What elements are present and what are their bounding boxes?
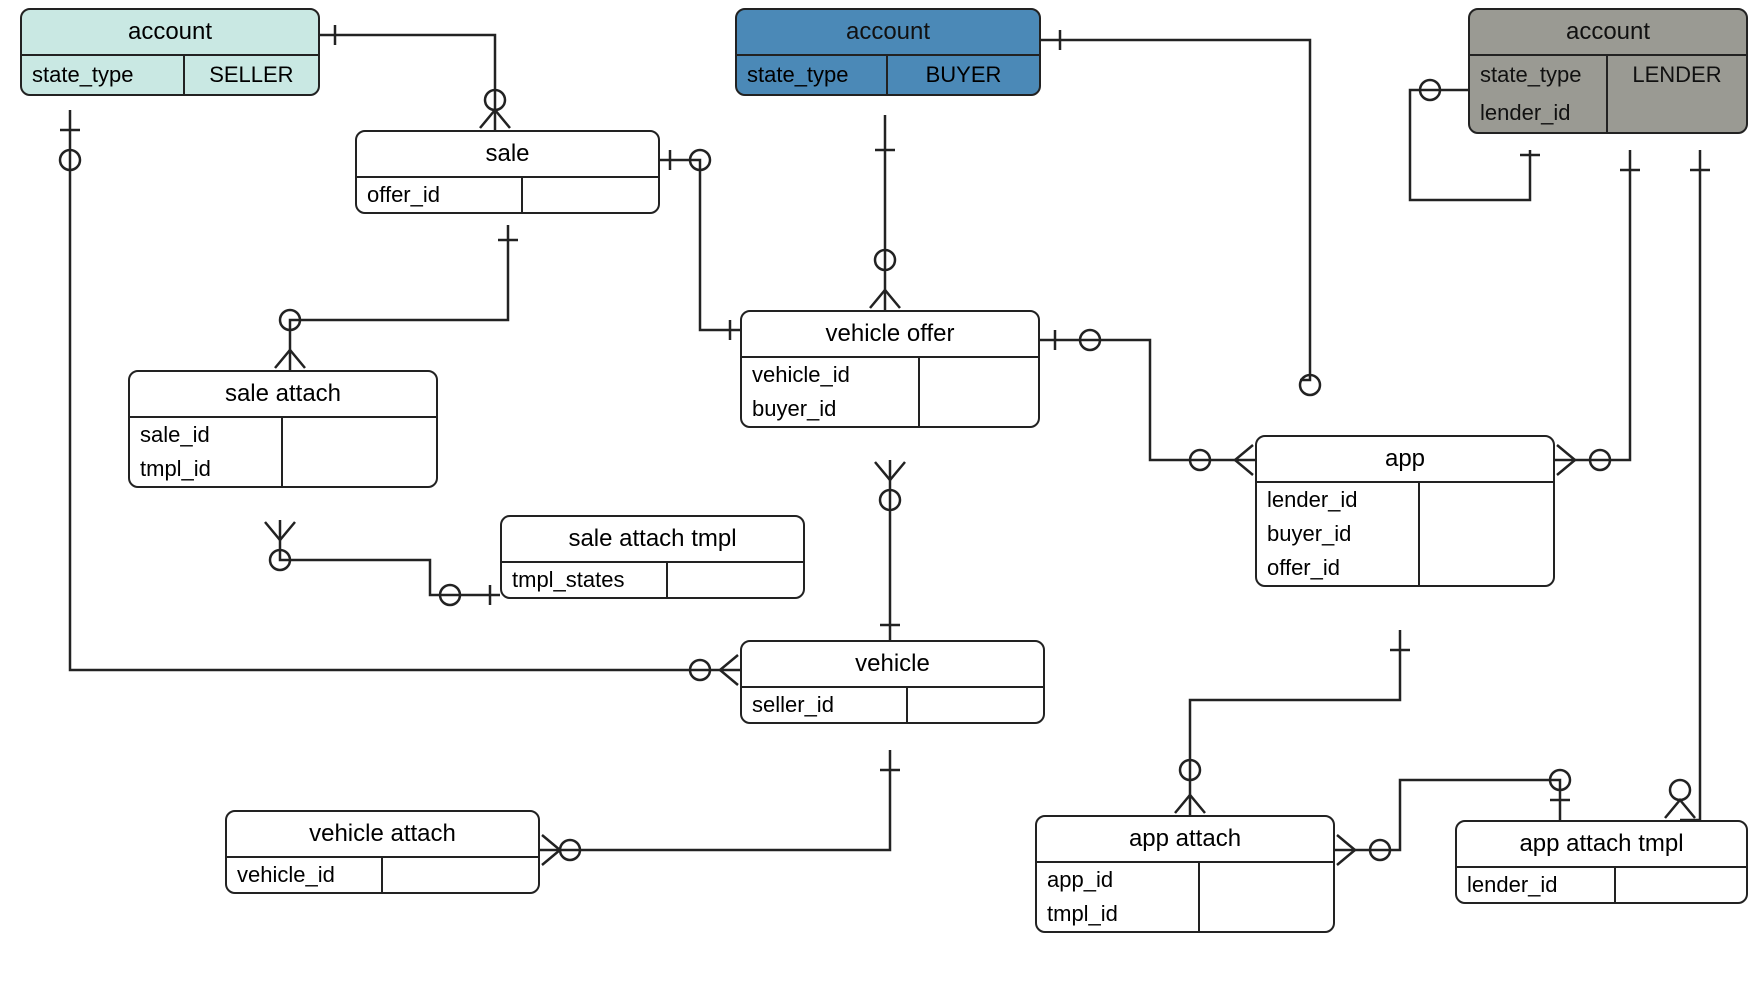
entity-title: sale attach tmpl [502, 517, 803, 563]
attr-state-type: state_type [1470, 56, 1608, 94]
attr-state-type: state_type [22, 56, 185, 94]
attr-tmpl-states: tmpl_states [502, 563, 666, 597]
entity-app: app lender_id buyer_id offer_id [1255, 435, 1555, 587]
attr-state-type: state_type [737, 56, 888, 94]
attr-value-lender: LENDER [1608, 56, 1746, 94]
entity-title: account [22, 10, 318, 56]
entity-title: app attach [1037, 817, 1333, 863]
entity-account-buyer: account state_type BUYER [735, 8, 1041, 96]
attr-tmpl-id: tmpl_id [130, 452, 281, 486]
attr-offer-id: offer_id [357, 178, 521, 212]
entity-vehicle-offer: vehicle offer vehicle_id buyer_id [740, 310, 1040, 428]
entity-sale-attach: sale attach sale_id tmpl_id [128, 370, 438, 488]
entity-sale-attach-tmpl: sale attach tmpl tmpl_states [500, 515, 805, 599]
entity-title: sale [357, 132, 658, 178]
entity-app-attach: app attach app_id tmpl_id [1035, 815, 1335, 933]
entity-title: sale attach [130, 372, 436, 418]
entity-title: vehicle offer [742, 312, 1038, 358]
entity-title: app attach tmpl [1457, 822, 1746, 868]
entity-vehicle-attach: vehicle attach vehicle_id [225, 810, 540, 894]
attr-lender-id: lender_id [1457, 868, 1614, 902]
attr-vehicle-id: vehicle_id [227, 858, 381, 892]
attr-offer-id: offer_id [1257, 551, 1418, 585]
attr-lender-id: lender_id [1257, 483, 1418, 517]
attr-value-seller: SELLER [185, 56, 318, 94]
attr-seller-id: seller_id [742, 688, 906, 722]
er-diagram-canvas: account state_type SELLER account state_… [0, 0, 1758, 982]
entity-vehicle: vehicle seller_id [740, 640, 1045, 724]
entity-account-lender: account state_type LENDER lender_id [1468, 8, 1748, 134]
entity-title: vehicle [742, 642, 1043, 688]
attr-sale-id: sale_id [130, 418, 281, 452]
entity-sale: sale offer_id [355, 130, 660, 214]
entity-title: account [737, 10, 1039, 56]
attr-buyer-id: buyer_id [742, 392, 918, 426]
entity-account-seller: account state_type SELLER [20, 8, 320, 96]
attr-value-buyer: BUYER [888, 56, 1039, 94]
attr-lender-id: lender_id [1470, 94, 1608, 132]
attr-tmpl-id: tmpl_id [1037, 897, 1198, 931]
attr-app-id: app_id [1037, 863, 1198, 897]
attr-buyer-id: buyer_id [1257, 517, 1418, 551]
entity-app-attach-tmpl: app attach tmpl lender_id [1455, 820, 1748, 904]
entity-title: account [1470, 10, 1746, 56]
attr-vehicle-id: vehicle_id [742, 358, 918, 392]
entity-title: app [1257, 437, 1553, 483]
entity-title: vehicle attach [227, 812, 538, 858]
